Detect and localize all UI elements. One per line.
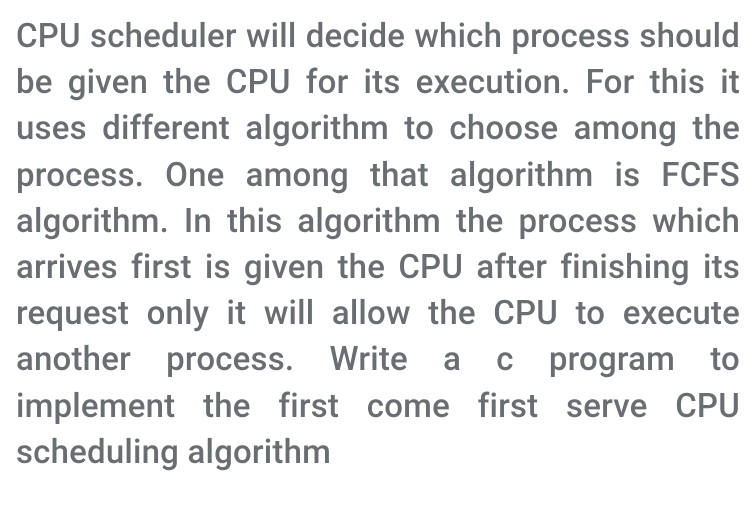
body-paragraph: CPU scheduler will decide which process … — [16, 14, 740, 476]
